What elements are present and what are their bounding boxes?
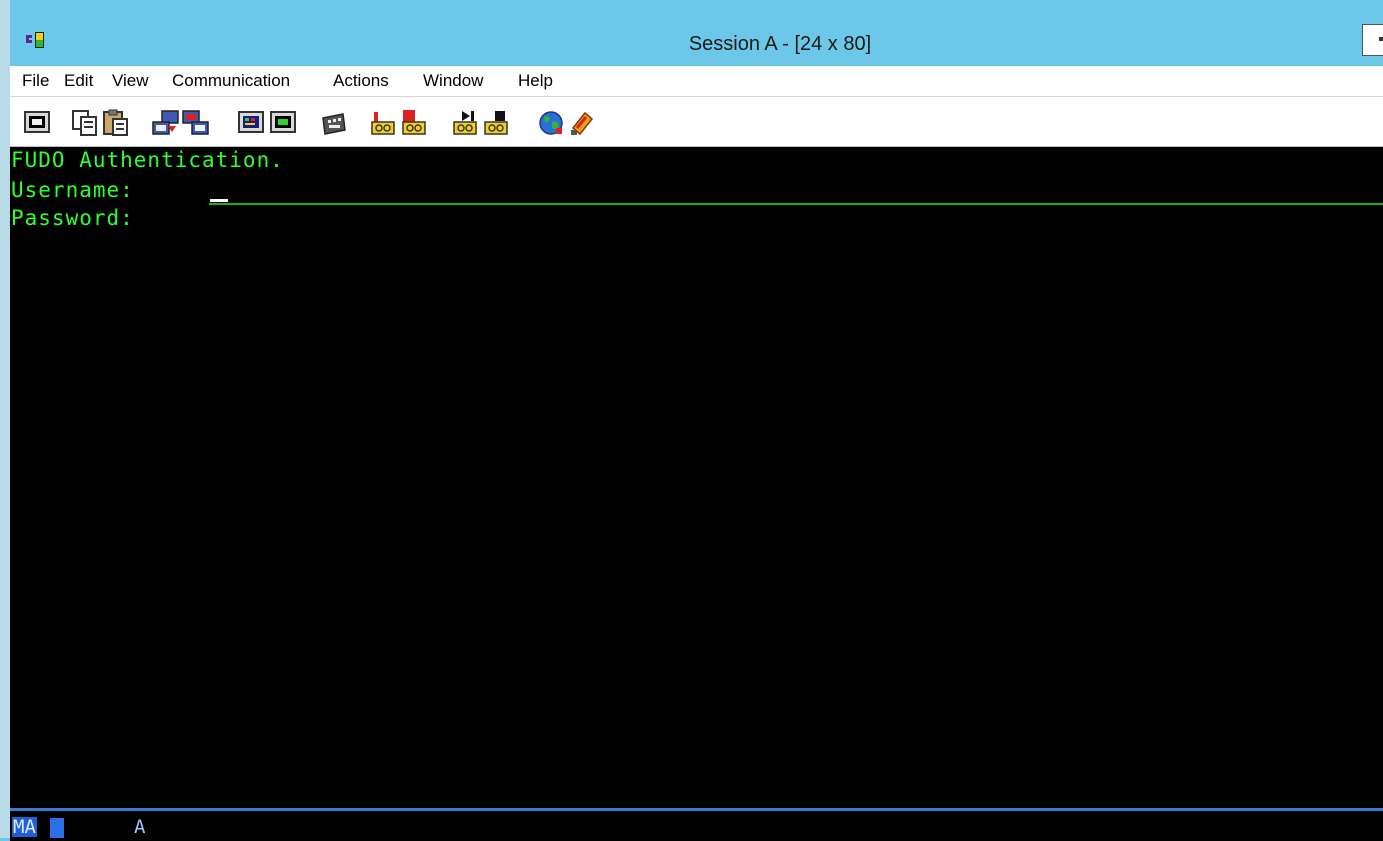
window-control-button[interactable]	[1362, 24, 1383, 56]
window-title: Session A - [24 x 80]	[688, 33, 872, 55]
keyboard-map-button[interactable]	[319, 108, 349, 138]
menu-bar: File Edit View Communication Actions Win…	[10, 66, 1383, 97]
stop-macro-button[interactable]	[399, 108, 429, 138]
globe-icon	[539, 111, 563, 135]
menu-file[interactable]: File	[22, 71, 49, 91]
username-field[interactable]	[209, 183, 1383, 205]
print-screen-icon	[24, 111, 50, 133]
menu-window[interactable]: Window	[423, 71, 483, 91]
send-file-button[interactable]	[150, 108, 180, 138]
display-setup-button[interactable]	[236, 108, 266, 138]
globe-button[interactable]	[536, 108, 566, 138]
color-palette-icon	[270, 111, 296, 133]
record-macro-button[interactable]	[368, 108, 398, 138]
window-left-frame	[0, 0, 10, 838]
username-label: Username:	[11, 178, 134, 202]
macro-options-button[interactable]	[481, 108, 511, 138]
help-icon	[571, 111, 594, 136]
copy-button[interactable]	[70, 108, 100, 138]
status-line: MA A	[10, 808, 1383, 841]
macro-options-icon	[484, 111, 508, 135]
stop-macro-icon	[402, 110, 426, 135]
menu-view[interactable]: View	[112, 71, 149, 91]
menu-actions[interactable]: Actions	[333, 71, 389, 91]
toolbar	[10, 97, 1383, 147]
keyboard-map-icon	[322, 113, 346, 135]
help-button[interactable]	[567, 108, 597, 138]
title-bar[interactable]: Session A - [24 x 80]	[10, 0, 1383, 66]
paste-icon	[103, 109, 128, 136]
menu-help[interactable]: Help	[518, 71, 553, 91]
status-mode: MA	[12, 816, 37, 838]
paste-button[interactable]	[101, 108, 131, 138]
play-macro-icon	[453, 111, 477, 135]
receive-file-button[interactable]	[180, 108, 210, 138]
password-label: Password:	[11, 206, 134, 230]
display-setup-icon	[238, 111, 264, 133]
menu-edit[interactable]: Edit	[64, 71, 93, 91]
auth-heading: FUDO Authentication.	[11, 148, 284, 172]
play-macro-button[interactable]	[450, 108, 480, 138]
emulator-window: Session A - [24 x 80] File Edit View Com…	[10, 0, 1383, 841]
color-palette-button[interactable]	[268, 108, 298, 138]
status-indicator: A	[134, 816, 146, 838]
status-block-indicator	[50, 818, 64, 838]
copy-icon	[72, 110, 97, 136]
text-cursor	[210, 199, 228, 202]
print-screen-button[interactable]	[22, 108, 52, 138]
menu-communication[interactable]: Communication	[172, 71, 290, 91]
send-file-icon	[152, 110, 179, 135]
record-macro-icon	[371, 112, 395, 135]
terminal-screen[interactable]: FUDO Authentication. Username: Password:	[10, 147, 1383, 808]
receive-file-icon	[182, 110, 209, 135]
